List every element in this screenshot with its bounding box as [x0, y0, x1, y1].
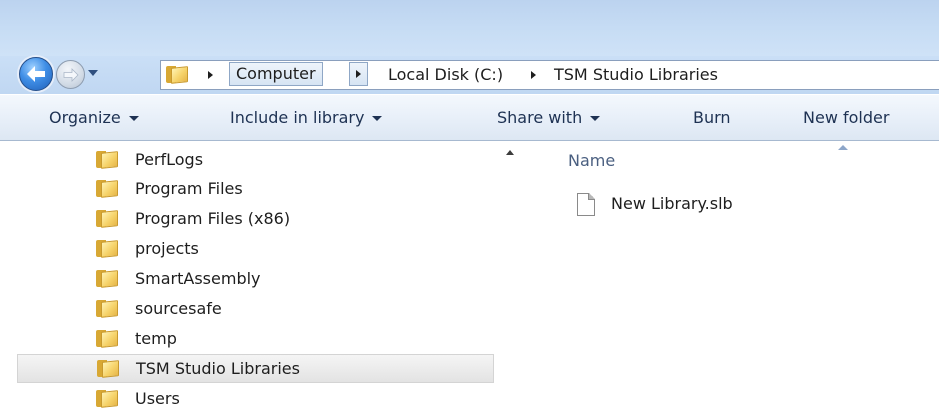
sort-ascending-icon	[838, 145, 848, 150]
folder-icon	[96, 330, 118, 348]
breadcrumb-computer[interactable]: Computer	[229, 62, 323, 86]
navigation-scrollbar[interactable]	[497, 141, 511, 408]
chevron-right-icon	[356, 70, 361, 78]
tree-item-program-files[interactable]: Program Files	[17, 175, 494, 204]
forward-button[interactable]	[56, 60, 85, 89]
include-in-library-button[interactable]: Include in library	[230, 108, 383, 128]
folder-icon	[96, 240, 118, 258]
burn-button[interactable]: Burn	[693, 108, 731, 128]
breadcrumb-tsm-studio-libraries[interactable]: TSM Studio Libraries	[554, 63, 718, 87]
tree-item-label: TSM Studio Libraries	[136, 359, 300, 378]
file-list-pane	[536, 141, 939, 408]
folder-icon	[96, 151, 118, 169]
recent-pages-dropdown-icon[interactable]	[88, 70, 98, 76]
dropdown-arrow-icon	[372, 116, 383, 121]
forward-arrow-icon	[63, 67, 79, 82]
back-arrow-icon	[27, 66, 45, 82]
folder-icon	[166, 66, 188, 84]
folder-icon	[96, 210, 118, 228]
tree-item-sourcesafe[interactable]: sourcesafe	[17, 295, 494, 324]
tree-item-smartassembly[interactable]: SmartAssembly	[17, 265, 494, 294]
tree-item-users[interactable]: Users	[17, 385, 494, 414]
chevron-right-icon[interactable]	[208, 71, 213, 79]
tree-item-projects[interactable]: projects	[17, 235, 494, 264]
breadcrumb-local-disk[interactable]: Local Disk (C:)	[388, 63, 503, 87]
tree-item-label: temp	[135, 329, 177, 348]
folder-icon	[97, 360, 119, 378]
command-bar	[0, 94, 939, 141]
folder-icon	[96, 300, 118, 318]
breadcrumb-computer-arrow[interactable]	[349, 62, 368, 86]
organize-button[interactable]: Organize	[49, 108, 139, 128]
tree-item-label: Program Files (x86)	[135, 209, 291, 228]
back-button[interactable]	[19, 57, 53, 91]
include-in-library-label: Include in library	[230, 108, 365, 127]
file-item-name[interactable]: New Library.slb	[611, 194, 733, 213]
tree-item-perflogs[interactable]: PerfLogs	[17, 146, 494, 175]
share-with-button[interactable]: Share with	[497, 108, 601, 128]
column-header-name[interactable]: Name	[568, 151, 615, 170]
scroll-up-icon[interactable]	[506, 150, 514, 155]
dropdown-arrow-icon	[590, 116, 601, 121]
organize-label: Organize	[49, 108, 121, 127]
folder-icon	[96, 180, 118, 198]
chevron-right-icon[interactable]	[531, 71, 536, 79]
tree-item-program-files-x86[interactable]: Program Files (x86)	[17, 205, 494, 234]
share-with-label: Share with	[497, 108, 583, 127]
tree-item-label: PerfLogs	[135, 150, 204, 169]
file-icon[interactable]	[577, 193, 595, 216]
folder-icon	[96, 270, 118, 288]
tree-item-tsm-studio-libraries[interactable]: TSM Studio Libraries	[17, 354, 494, 383]
tree-item-label: Users	[135, 389, 180, 408]
tree-item-label: SmartAssembly	[135, 269, 261, 288]
tree-item-label: sourcesafe	[135, 299, 222, 318]
tree-item-label: projects	[135, 239, 199, 258]
window-frame	[0, 0, 939, 56]
new-folder-button[interactable]: New folder	[803, 108, 889, 128]
dropdown-arrow-icon	[128, 116, 139, 121]
tree-item-temp[interactable]: temp	[17, 325, 494, 354]
folder-icon	[96, 390, 118, 408]
tree-item-label: Program Files	[135, 179, 243, 198]
